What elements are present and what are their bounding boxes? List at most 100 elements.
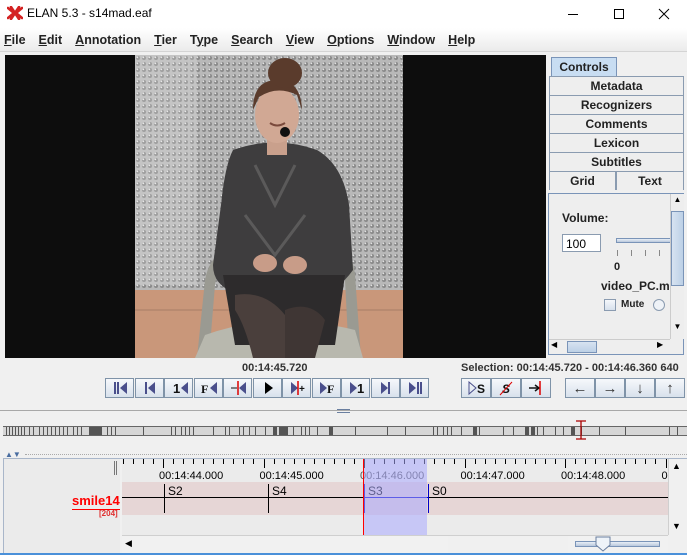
overview-segment <box>273 427 277 435</box>
overview-segment <box>47 427 48 435</box>
minimize-button[interactable] <box>550 0 596 28</box>
annotation-boundary[interactable] <box>428 484 429 513</box>
previous-frame-f-button[interactable]: F <box>193 378 223 398</box>
go-to-selection-end-button[interactable] <box>521 378 551 398</box>
menu-file[interactable]: File <box>4 33 26 47</box>
next-annotation-button[interactable]: → <box>595 378 625 398</box>
panel-vertical-scrollbar[interactable]: ▲ ▼ <box>670 194 684 339</box>
next-second-button[interactable]: 1 <box>341 378 370 398</box>
splitter-handle[interactable] <box>337 409 350 413</box>
menu-edit[interactable]: Edit <box>39 33 63 47</box>
previous-frame-icon <box>140 380 158 396</box>
skip-to-start-icon <box>111 380 129 396</box>
mute-checkbox[interactable] <box>604 299 616 311</box>
ruler-major-tick <box>665 459 667 468</box>
play-button[interactable] <box>252 378 282 398</box>
ruler-minor-tick <box>645 459 647 464</box>
overview-segment <box>555 427 556 435</box>
volume-slider-ticks <box>617 250 672 256</box>
scroll-right-arrow-icon[interactable]: ▶ <box>657 340 663 349</box>
previous-second-button[interactable]: 1 <box>164 378 193 398</box>
zoom-slider-thumb[interactable] <box>595 536 611 552</box>
menu-tier[interactable]: Tier <box>154 33 177 47</box>
scroll-left-arrow-icon[interactable]: ◀ <box>125 538 132 549</box>
annotation-s0[interactable]: S0 <box>432 484 447 498</box>
tab-text[interactable]: Text <box>616 171 684 190</box>
elan-logo-icon <box>7 6 23 20</box>
overview-segment <box>193 427 194 435</box>
clear-selection-button[interactable]: S <box>491 378 521 398</box>
tab-subtitles[interactable]: Subtitles <box>549 152 684 171</box>
go-to-end-button[interactable] <box>400 378 429 398</box>
ruler-minor-tick <box>494 459 496 464</box>
play-selection-button[interactable]: S <box>461 378 491 398</box>
menu-annotation[interactable]: Annotation <box>75 33 141 47</box>
tab-recognizers[interactable]: Recognizers <box>549 95 684 114</box>
zoom-slider-track[interactable] <box>575 541 660 547</box>
menu-search[interactable]: Search <box>231 33 273 47</box>
overview-segment <box>309 427 310 435</box>
menu-options[interactable]: Options <box>327 33 374 47</box>
next-frame-f-button[interactable]: F <box>311 378 341 398</box>
overview-segment <box>255 427 256 435</box>
scroll-up-arrow-icon[interactable]: ▲ <box>671 195 684 210</box>
overview-segment <box>107 427 108 435</box>
overview-segment <box>81 427 82 435</box>
tier-up-button[interactable]: ↑ <box>655 378 685 398</box>
annotation-boundary[interactable] <box>268 484 269 513</box>
volume-input[interactable]: 100 <box>562 234 601 252</box>
scroll-down-arrow-icon[interactable]: ▼ <box>671 322 684 337</box>
go-to-begin-button[interactable] <box>105 378 134 398</box>
tier-down-button[interactable]: ↓ <box>625 378 655 398</box>
scroll-down-arrow-icon[interactable]: ▼ <box>672 521 681 531</box>
next-frame-button[interactable] <box>370 378 400 398</box>
previous-annotation-button[interactable]: ← <box>565 378 595 398</box>
solo-radio[interactable] <box>653 299 665 311</box>
tier-panel-resize-handle[interactable] <box>114 461 117 475</box>
annotation-s2[interactable]: S2 <box>168 484 183 498</box>
tab-grid[interactable]: Grid <box>549 171 616 190</box>
menu-help[interactable]: Help <box>448 33 475 47</box>
overview-segment <box>677 427 678 435</box>
play-selection-icon: S <box>467 380 485 396</box>
volume-slider[interactable] <box>616 238 671 243</box>
tab-controls[interactable]: Controls <box>551 57 617 76</box>
overview-segment <box>18 427 19 435</box>
tier-label-smile14[interactable]: smile14 <box>72 493 120 510</box>
overview-segment <box>24 427 25 435</box>
menu-view[interactable]: View <box>286 33 314 47</box>
svg-text:1: 1 <box>357 381 364 396</box>
scroll-up-arrow-icon[interactable]: ▲ <box>672 461 681 471</box>
panel-horizontal-scrollbar[interactable]: ◀ ▶ <box>549 339 670 354</box>
scroll-thumb[interactable] <box>671 211 684 286</box>
ruler-minor-tick <box>303 459 305 464</box>
annotation-s4[interactable]: S4 <box>272 484 287 498</box>
previous-pixel-button[interactable] <box>223 378 252 398</box>
previous-frame-button[interactable] <box>134 378 164 398</box>
ruler-minor-tick <box>554 459 556 464</box>
overview-segment <box>29 427 30 435</box>
timeline-vertical-scrollbar[interactable]: ▲ ▼ <box>668 459 687 535</box>
menu-window[interactable]: Window <box>387 33 435 47</box>
overview-segment <box>225 427 226 435</box>
next-pixel-button[interactable]: + <box>282 378 311 398</box>
hscroll-thumb[interactable] <box>567 341 597 353</box>
crosshair-line <box>363 459 364 535</box>
tab-lexicon[interactable]: Lexicon <box>549 133 684 152</box>
overview-segment <box>461 427 462 435</box>
step-back-frame-icon: F <box>199 380 217 396</box>
overview-segment <box>189 427 190 435</box>
annotation-boundary[interactable] <box>164 484 165 513</box>
tab-comments[interactable]: Comments <box>549 114 684 133</box>
overview-segment <box>433 427 434 435</box>
ruler-minor-tick <box>343 459 345 464</box>
menu-type[interactable]: Type <box>190 33 218 47</box>
tab-metadata[interactable]: Metadata <box>549 76 684 95</box>
overview-segment <box>479 427 480 435</box>
maximize-button[interactable] <box>596 0 642 28</box>
close-button[interactable] <box>641 0 687 28</box>
scroll-left-arrow-icon[interactable]: ◀ <box>551 340 557 349</box>
arrow-down-icon: ↓ <box>636 379 644 397</box>
overview-segment <box>77 427 78 435</box>
svg-text:+: + <box>299 384 305 395</box>
